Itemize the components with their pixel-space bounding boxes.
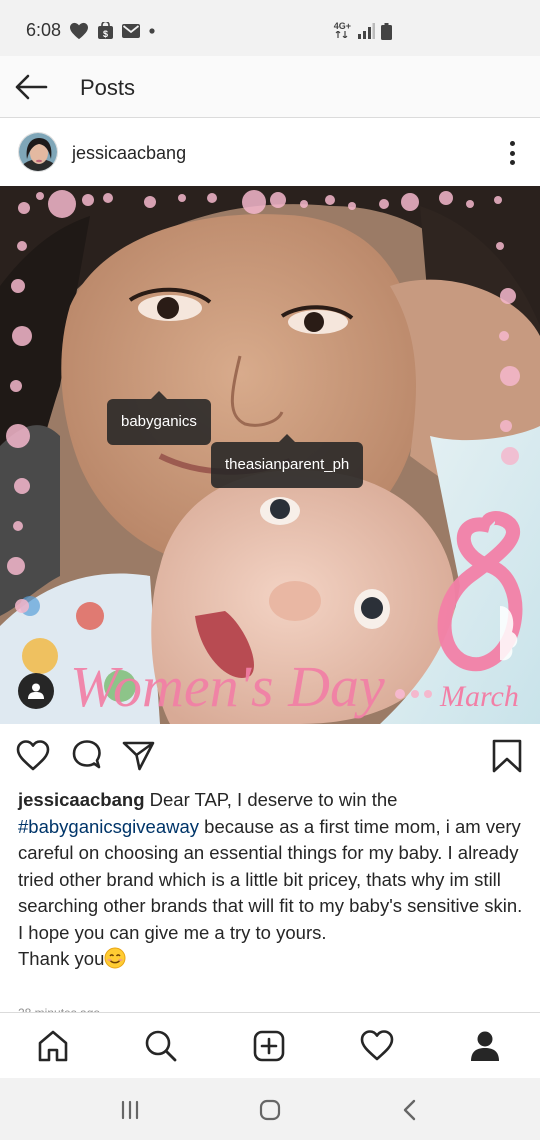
bookmark-icon[interactable] [490, 739, 524, 773]
bottom-nav [0, 1012, 540, 1078]
post-actions [0, 724, 540, 786]
more-dot [509, 141, 515, 146]
battery-icon [381, 22, 392, 40]
app-header: Posts [0, 56, 540, 118]
heart-icon [69, 22, 89, 40]
mail-icon [122, 23, 141, 38]
network-type: 4G+ [333, 21, 351, 31]
activity-heart-icon[interactable] [359, 1028, 395, 1064]
status-bar: 6:08 $ 4G+ [0, 0, 540, 56]
dot-icon [148, 27, 156, 35]
more-dot [509, 150, 515, 156]
add-post-icon[interactable] [251, 1028, 287, 1064]
overlay-month-text: March [439, 680, 519, 713]
home-icon[interactable] [35, 1028, 71, 1064]
more-vertical-icon[interactable] [508, 141, 516, 165]
comment-icon[interactable] [70, 739, 104, 773]
post-photo[interactable]: Women's Day March babyganics theasianpar… [0, 186, 540, 724]
caption-closing: Thank you [18, 948, 105, 969]
heart-icon[interactable] [16, 739, 50, 773]
status-left: 6:08 $ [26, 20, 156, 41]
caption-text: Dear TAP, I deserve to win the [144, 789, 398, 810]
caption-hashtag[interactable]: #babyganicsgiveaway [18, 816, 199, 837]
status-time: 6:08 [26, 20, 62, 40]
shopping-bag-icon: $ [97, 21, 114, 40]
back-button-icon[interactable] [397, 1097, 423, 1123]
signal-icon [357, 23, 375, 39]
overlay-title-text: Women's Day [70, 654, 385, 719]
svg-text:$: $ [103, 29, 108, 39]
smiling-face-icon [104, 947, 126, 969]
search-icon[interactable] [143, 1028, 179, 1064]
arrow-left-icon[interactable] [14, 73, 48, 101]
status-right: 4G+ [334, 22, 392, 40]
more-dot [509, 160, 515, 165]
post-username[interactable]: jessicaacbang [72, 143, 186, 164]
caption-username[interactable]: jessicaacbang [18, 789, 145, 810]
network-label: 4G+ [334, 22, 351, 40]
share-icon[interactable] [122, 739, 156, 773]
user-icon[interactable] [18, 673, 54, 709]
post-caption: jessicaacbang Dear TAP, I deserve to win… [18, 787, 528, 973]
photo-tag[interactable]: theasianparent_ph [211, 434, 364, 488]
system-nav [0, 1078, 540, 1140]
profile-icon[interactable] [467, 1028, 503, 1064]
home-button-icon[interactable] [257, 1097, 283, 1123]
recent-apps-icon[interactable] [117, 1097, 143, 1123]
photo-tag[interactable]: babyganics [107, 391, 211, 445]
avatar[interactable] [18, 132, 58, 172]
page-title: Posts [80, 75, 136, 100]
post-header: jessicaacbang [0, 119, 540, 186]
